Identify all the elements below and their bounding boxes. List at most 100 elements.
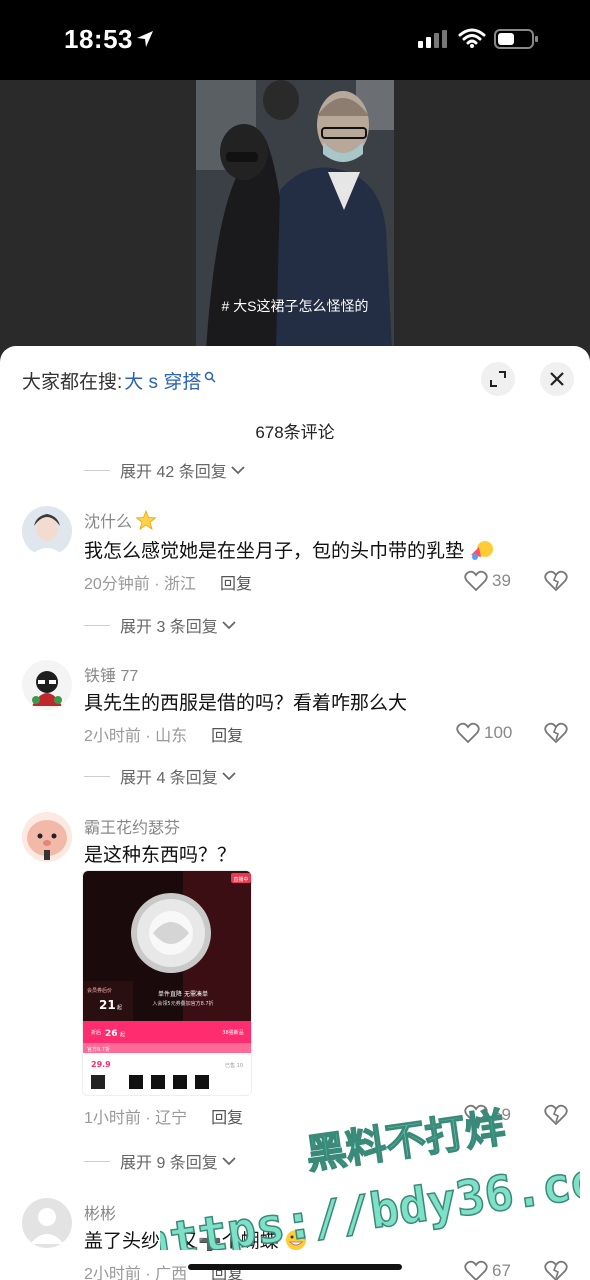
member-price: 21: [99, 998, 116, 1012]
location-arrow-icon: [137, 31, 153, 47]
sold-count: 已售 10: [225, 1062, 243, 1069]
username-text: 沈什么: [84, 514, 133, 531]
wifi-icon: [458, 28, 486, 48]
comment-text: 盖了头纱，又➕个蝴蝶: [84, 1226, 308, 1253]
chevron-down-icon: [222, 772, 236, 781]
discount-strip: 官方8.7折: [87, 1046, 110, 1053]
comment-time: 2小时前 · 山东: [84, 728, 188, 745]
pink-prefix: 折后: [91, 1029, 101, 1036]
home-indicator[interactable]: [188, 1264, 402, 1270]
heart-icon: [464, 1260, 488, 1280]
comment-text-body: 我怎么感觉她是在坐月子，包的头巾带的乳垫: [84, 541, 465, 562]
comment-time: 2小时前 · 广西: [84, 1266, 188, 1280]
chevron-down-icon: [222, 1157, 236, 1166]
like-button[interactable]: 39: [464, 570, 511, 592]
reply-button[interactable]: 回复: [211, 722, 243, 746]
chevron-down-icon: [222, 621, 236, 630]
comment-meta: 2小时前 · 广西 回复: [84, 1260, 243, 1280]
battery-icon: [494, 29, 538, 49]
emoji-icon: [471, 541, 494, 560]
avatar[interactable]: [22, 1198, 72, 1248]
search-suggestion[interactable]: 大家都在搜: 大 s 穿搭: [22, 367, 216, 394]
emoji-icon: [285, 1230, 306, 1250]
like-button[interactable]: 100: [456, 722, 512, 744]
like-count: 100: [484, 723, 513, 742]
search-icon: [205, 371, 216, 383]
cellular-signal-icon: [418, 30, 447, 48]
reply-button[interactable]: 回复: [211, 1104, 243, 1128]
comment-username[interactable]: 霸王花约瑟芬: [84, 814, 180, 838]
heart-icon: [464, 570, 488, 592]
promo-subtitle: 入会领5元券叠加官方8.7折: [152, 1000, 213, 1007]
username-text: 霸王花约瑟芬: [84, 820, 181, 837]
comment-text: 具先生的西服是借的吗？看着咋那么大: [84, 693, 408, 714]
comment-count: 678条评论: [255, 423, 335, 442]
close-icon: [550, 372, 564, 386]
pink-price: 26: [105, 1029, 118, 1039]
like-count: 59: [492, 1105, 511, 1124]
broken-heart-icon[interactable]: [544, 1260, 568, 1280]
product-price: 29.9: [91, 1060, 111, 1069]
expand-replies-label: 展开 42 条回复: [120, 464, 227, 481]
username-text: 铁锤 77: [84, 668, 139, 685]
avatar[interactable]: [22, 660, 72, 710]
chevron-down-icon: [231, 466, 245, 475]
star-icon: [135, 510, 157, 530]
comment-username[interactable]: 铁锤 77: [84, 662, 138, 686]
like-count: 67: [492, 1261, 511, 1280]
status-bar: 18:53: [0, 0, 590, 80]
status-time: 18:53: [64, 24, 133, 54]
promo-title: 单件直降 无需凑单: [158, 990, 208, 998]
search-prefix: 大家都在搜:: [22, 371, 123, 393]
heart-icon: [464, 1104, 488, 1126]
comment-text: 是这种东西吗？？: [84, 845, 237, 866]
price-unit: 起: [117, 1005, 122, 1011]
expand-replies-label: 展开 3 条回复: [120, 619, 218, 636]
comment-image[interactable]: 直播中 会员券后价 21 起 单件直降 无需凑单 入会领5元券叠加官方8.7折 …: [82, 870, 252, 1096]
member-price-label: 会员券后价: [87, 987, 112, 994]
pink-suffix: 起: [120, 1032, 125, 1038]
expand-replies-button[interactable]: 展开 3 条回复: [84, 613, 236, 637]
comment-time: 20分钟前 · 浙江: [84, 576, 197, 593]
like-button[interactable]: 59: [464, 1104, 511, 1126]
avatar[interactable]: [22, 506, 72, 556]
comment-meta: 1小时前 · 辽宁 回复: [84, 1104, 243, 1128]
expand-replies-label: 展开 4 条回复: [120, 770, 218, 787]
expand-replies-label: 展开 9 条回复: [120, 1155, 218, 1172]
comment-meta: 20分钟前 · 浙江 回复: [84, 570, 252, 594]
comment-username[interactable]: 彬彬: [84, 1200, 116, 1224]
broken-heart-icon[interactable]: [544, 722, 568, 744]
pink-right-label: 38强新品: [222, 1029, 243, 1036]
avatar[interactable]: [22, 812, 72, 862]
comment-username[interactable]: 沈什么: [84, 508, 157, 532]
divider-line: [84, 469, 110, 471]
live-badge: 直播中: [233, 876, 248, 883]
video-caption: # 大S这裙子怎么怪怪的: [221, 298, 369, 314]
video-frame[interactable]: # 大S这裙子怎么怪怪的: [196, 80, 394, 350]
comment-meta: 2小时前 · 山东 回复: [84, 722, 243, 746]
product-screenshot-image: 直播中 会员券后价 21 起 单件直降 无需凑单 入会领5元券叠加官方8.7折 …: [83, 871, 251, 1095]
fullscreen-button[interactable]: [481, 362, 515, 396]
like-button[interactable]: 67: [464, 1260, 511, 1280]
comment-sheet: 大家都在搜: 大 s 穿搭 678条评论 展开 42 条回复 沈什么 我怎么感觉…: [0, 346, 590, 1280]
reply-button[interactable]: 回复: [220, 570, 252, 594]
broken-heart-icon[interactable]: [544, 570, 568, 592]
expand-replies-button[interactable]: 展开 4 条回复: [84, 764, 236, 788]
close-button[interactable]: [540, 362, 574, 396]
comment-time: 1小时前 · 辽宁: [84, 1110, 188, 1127]
username-text: 彬彬: [84, 1206, 117, 1223]
reply-button[interactable]: 回复: [211, 1260, 243, 1280]
video-player[interactable]: # 大S这裙子怎么怪怪的: [0, 80, 590, 370]
comment-text: 我怎么感觉她是在坐月子，包的头巾带的乳垫: [84, 536, 495, 563]
broken-heart-icon[interactable]: [544, 1104, 568, 1126]
expand-replies-button[interactable]: 展开 9 条回复: [84, 1149, 236, 1173]
expand-icon: [490, 371, 506, 387]
heart-icon: [456, 722, 480, 744]
divider-line: [84, 775, 110, 777]
expand-replies-button[interactable]: 展开 42 条回复: [84, 458, 245, 482]
divider-line: [84, 624, 110, 626]
like-count: 39: [492, 571, 511, 590]
search-keyword-link[interactable]: 大 s 穿搭: [124, 367, 201, 394]
divider-line: [84, 1160, 110, 1162]
comment-text-body: 盖了头纱，又➕个蝴蝶: [84, 1231, 279, 1252]
